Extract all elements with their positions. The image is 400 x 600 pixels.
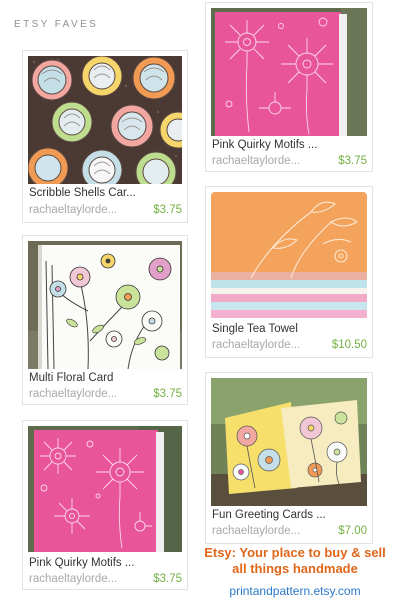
product-title[interactable]: Single Tea Towel (212, 323, 368, 335)
product-price: $3.75 (153, 388, 182, 400)
product-card-scribble-shells[interactable]: Scribble Shells Car... rachaeltaylorde..… (22, 50, 188, 223)
shop-name[interactable]: rachaeltaylorde... (29, 573, 117, 585)
product-title[interactable]: Fun Greeting Cards ... (212, 509, 368, 521)
product-title[interactable]: Pink Quirky Motifs ... (212, 139, 322, 151)
product-image[interactable] (211, 8, 367, 136)
product-price: $10.50 (331, 339, 367, 351)
shop-name[interactable]: rachaeltaylorde... (212, 339, 300, 351)
product-image[interactable] (28, 241, 182, 369)
section-heading: ETSY FAVES (14, 19, 99, 30)
product-title[interactable]: Scribble Shells Car... (29, 187, 183, 199)
shop-name[interactable]: rachaeltaylorde... (212, 155, 300, 167)
product-title[interactable]: Pink Quirky Motifs ... (29, 557, 183, 569)
product-price: $3.75 (153, 204, 182, 216)
product-image[interactable] (211, 192, 367, 318)
shop-name[interactable]: rachaeltaylorde... (29, 204, 117, 216)
shop-name[interactable]: rachaeltaylorde... (29, 388, 117, 400)
product-card-single-tea-towel[interactable]: Single Tea Towel rachaeltaylorde... $10.… (205, 186, 373, 358)
shop-name[interactable]: rachaeltaylorde... (212, 525, 300, 537)
etsy-tagline: Etsy: Your place to buy & sell all thing… (204, 545, 386, 576)
product-price: $3.75 (153, 573, 182, 585)
product-price: $3.75 (338, 155, 367, 167)
shop-link[interactable]: printandpattern.etsy.com (200, 584, 390, 598)
product-price: $7.00 (338, 525, 367, 537)
product-image[interactable] (211, 378, 367, 506)
product-card-pink-quirky-motifs-left[interactable]: Pink Quirky Motifs ... rachaeltaylorde..… (22, 420, 188, 590)
product-card-multi-floral[interactable]: Multi Floral Card rachaeltaylorde... $3.… (22, 235, 188, 405)
product-image[interactable] (28, 426, 182, 552)
product-image[interactable] (28, 56, 182, 184)
product-card-fun-greeting-cards[interactable]: Fun Greeting Cards ... rachaeltaylorde..… (205, 372, 373, 544)
product-title[interactable]: Multi Floral Card (29, 372, 183, 384)
product-card-pink-quirky-motifs-right[interactable]: Pink Quirky Motifs ... rachaeltaylorde..… (205, 2, 373, 172)
